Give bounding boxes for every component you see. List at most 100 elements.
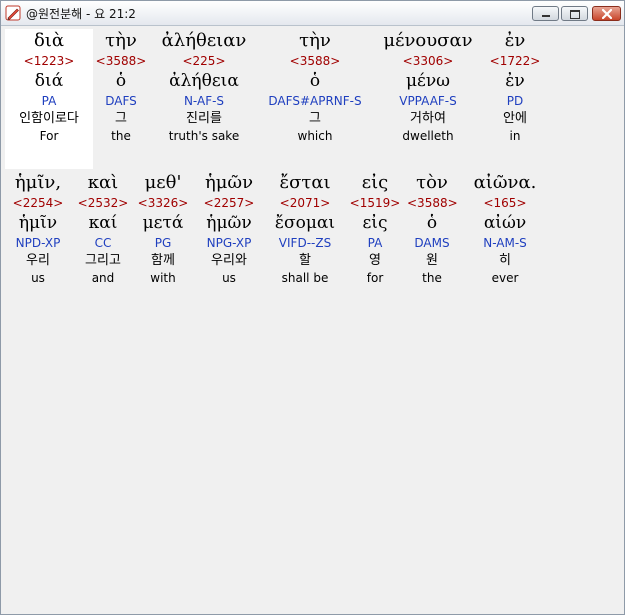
lemma: ἀλήθεια — [169, 71, 239, 91]
greek-word: καὶ — [87, 172, 119, 193]
lemma: μετά — [142, 213, 184, 233]
greek-word: διὰ — [33, 30, 65, 51]
strong-number: <3588> — [407, 196, 458, 210]
morphology-code: N-AM-S — [483, 236, 527, 250]
lemma: ἡμῖν — [18, 213, 58, 233]
word-block[interactable]: εἰς <1519> εἰς PA 영 for — [343, 171, 407, 286]
greek-word: ἐν — [504, 30, 526, 51]
lemma: ἐν — [505, 71, 525, 91]
lemma: μένω — [405, 71, 451, 91]
english-gloss: the — [422, 271, 442, 285]
morphology-code: NPD-XP — [15, 236, 61, 250]
morphology-code: PA — [41, 94, 57, 108]
word-block[interactable]: διὰ <1223> διά PA 인함이로다 For — [5, 29, 93, 169]
word-block[interactable]: αἰῶνα. <165> αἰών N-AM-S 히 ever — [457, 171, 553, 286]
greek-word: ἔσται — [279, 172, 331, 193]
morphology-code: DAFS — [105, 94, 137, 108]
word-block[interactable]: τὴν <3588> ὁ DAFS 그 the — [93, 29, 149, 144]
strong-number: <3326> — [137, 196, 189, 210]
english-gloss: and — [91, 271, 115, 285]
lemma: εἰς — [362, 213, 388, 233]
strong-number: <165> — [483, 196, 527, 210]
morphology-code: PG — [154, 236, 172, 250]
word-block[interactable]: ἔσται <2071> ἔσομαι VIFD--ZS 할 shall be — [267, 171, 343, 286]
strong-number: <3306> — [402, 54, 454, 68]
strong-number: <2257> — [203, 196, 255, 210]
greek-word: αἰῶνα. — [473, 172, 537, 193]
korean-gloss: 함께 — [151, 253, 175, 268]
lemma: διά — [34, 71, 64, 91]
morphology-code: CC — [94, 236, 112, 250]
word-block[interactable]: τὸν <3588> ὁ DAMS 원 the — [407, 171, 458, 286]
greek-word: τὴν — [105, 30, 137, 51]
greek-word: μένουσαν — [383, 30, 473, 51]
lemma: ὁ — [426, 213, 438, 233]
korean-gloss: 우리 — [26, 253, 50, 268]
pen-icon — [5, 5, 21, 21]
greek-word: μεθ' — [144, 172, 182, 193]
word-block[interactable]: ἡμῖν, <2254> ἡμῖν NPD-XP 우리 us — [5, 171, 71, 286]
app-window: @원전분해 - 요 21:2 διὰ <1223> διά PA 인함이로다 F… — [0, 0, 625, 615]
strong-number: <2071> — [279, 196, 331, 210]
english-gloss: For — [39, 129, 59, 143]
lemma: αἰών — [483, 213, 527, 233]
word-block[interactable]: καὶ <2532> καί CC 그리고 and — [71, 171, 135, 286]
korean-gloss: 그리고 — [85, 253, 121, 268]
minimize-button[interactable] — [532, 6, 559, 21]
korean-gloss: 인함이로다 — [19, 111, 79, 126]
word-block[interactable]: μεθ' <3326> μετά PG 함께 with — [135, 171, 191, 286]
korean-gloss: 그 — [115, 111, 127, 126]
english-gloss: for — [366, 271, 384, 285]
morphology-code: VIFD--ZS — [278, 236, 332, 250]
strong-number: <2532> — [77, 196, 129, 210]
english-gloss: truth's sake — [168, 129, 240, 143]
title-bar[interactable]: @원전분해 - 요 21:2 — [1, 1, 624, 26]
korean-gloss: 그 — [309, 111, 321, 126]
korean-gloss: 영 — [369, 253, 381, 268]
morphology-code: N-AF-S — [183, 94, 225, 108]
window-title: @원전분해 - 요 21:2 — [26, 7, 136, 21]
english-gloss: us — [31, 271, 45, 285]
word-block[interactable]: τὴν <3588> ὁ DAFS#APRNF-S 그 which — [259, 29, 371, 144]
close-icon — [602, 9, 612, 19]
morphology-code: VPPAAF-S — [399, 94, 457, 108]
english-gloss: shall be — [281, 271, 329, 285]
close-button[interactable] — [592, 6, 621, 21]
greek-word: τὴν — [299, 30, 331, 51]
korean-gloss: 안에 — [503, 111, 527, 126]
strong-number: <1223> — [23, 54, 75, 68]
word-block[interactable]: μένουσαν <3306> μένω VPPAAF-S 거하여 dwelle… — [371, 29, 485, 144]
strong-number: <225> — [182, 54, 226, 68]
korean-gloss: 히 — [499, 253, 511, 268]
strong-number: <3588> — [95, 54, 147, 68]
lemma: καί — [88, 213, 118, 233]
english-gloss: in — [509, 129, 521, 143]
strong-number: <2254> — [12, 196, 64, 210]
lemma: ὁ — [309, 71, 321, 91]
maximize-button[interactable] — [561, 6, 588, 21]
english-gloss: ever — [491, 271, 519, 285]
morphology-code: DAMS — [414, 236, 450, 250]
english-gloss: with — [150, 271, 176, 285]
english-gloss: dwelleth — [402, 129, 454, 143]
morphology-code: NPG-XP — [206, 236, 252, 250]
english-gloss: the — [111, 129, 131, 143]
word-block[interactable]: ἡμῶν <2257> ἡμῶν NPG-XP 우리와 us — [191, 171, 267, 286]
greek-word: ἡμῖν, — [14, 172, 62, 193]
interlinear-view: διὰ <1223> διά PA 인함이로다 For τὴν <3588> ὁ… — [5, 29, 622, 612]
morphology-code: PD — [506, 94, 524, 108]
korean-gloss: 할 — [299, 253, 311, 268]
word-block[interactable]: ἐν <1722> ἐν PD 안에 in — [485, 29, 545, 144]
english-gloss: us — [222, 271, 236, 285]
korean-gloss: 우리와 — [211, 253, 247, 268]
minimize-icon — [542, 15, 550, 17]
maximize-icon — [570, 10, 580, 19]
word-block[interactable]: ἀλήθειαν <225> ἀλήθεια N-AF-S 진리를 truth'… — [149, 29, 259, 144]
greek-word: ἡμῶν — [204, 172, 254, 193]
lemma: ἔσομαι — [274, 213, 336, 233]
korean-gloss: 원 — [426, 253, 438, 268]
korean-gloss: 거하여 — [410, 111, 446, 126]
lemma: ἡμῶν — [206, 213, 252, 233]
strong-number: <1519> — [349, 196, 401, 210]
greek-word: εἰς — [361, 172, 389, 193]
